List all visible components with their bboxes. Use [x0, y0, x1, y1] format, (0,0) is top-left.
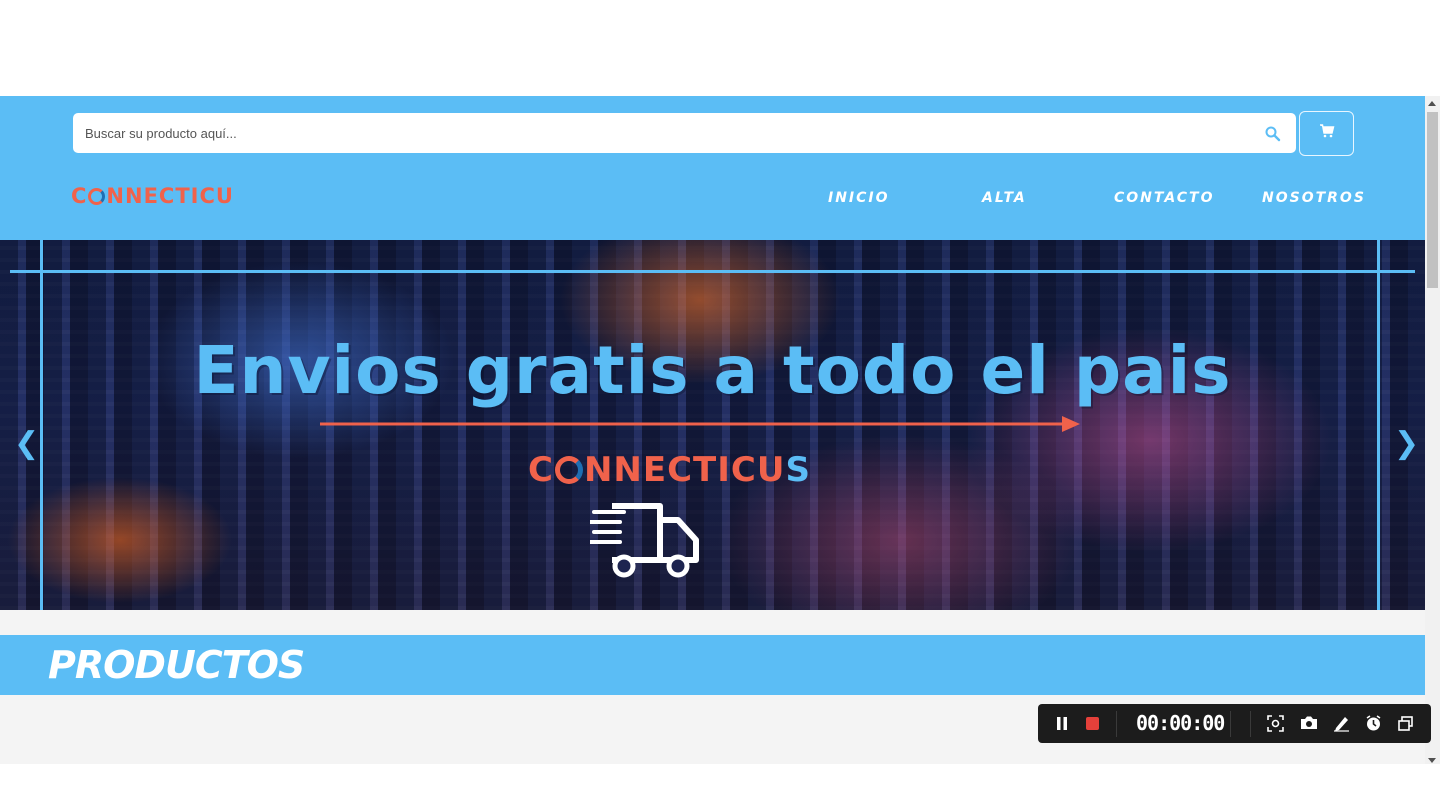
window-icon[interactable] — [1397, 715, 1414, 737]
products-title: PRODUCTOS — [48, 643, 305, 687]
nav-contacto[interactable]: CONTACTO — [1114, 190, 1215, 206]
scroll-down-icon[interactable] — [1428, 758, 1436, 763]
hero-carousel: Envios gratis a todo el pais C NNECTICU … — [0, 240, 1425, 610]
top-blank-area — [0, 0, 1440, 96]
screen-recorder-toolbar: 00:00:00 — [1038, 704, 1431, 743]
banner-logo-mid: NNECTICU — [583, 450, 786, 490]
banner-headline: Envios gratis a todo el pais — [193, 332, 1232, 409]
logo-text-start: C — [71, 184, 88, 208]
scroll-thumb[interactable] — [1427, 112, 1438, 288]
site-logo[interactable]: C NNECTICU — [71, 184, 234, 208]
nav-alta[interactable]: ALTA — [982, 190, 1027, 206]
truck-icon — [590, 503, 699, 578]
vertical-scrollbar[interactable] — [1425, 96, 1440, 764]
carousel-prev-button[interactable]: ❮ — [14, 426, 39, 461]
banner-arrow-icon — [320, 416, 1080, 432]
logo-swirl-icon — [88, 187, 106, 205]
clock-icon[interactable] — [1365, 715, 1382, 737]
pause-icon[interactable] — [1055, 716, 1069, 736]
camera-icon[interactable] — [1300, 715, 1318, 736]
cart-icon — [1319, 124, 1335, 143]
toolbar-divider — [1230, 711, 1231, 737]
cart-button[interactable] — [1299, 111, 1354, 156]
toolbar-divider — [1116, 711, 1117, 737]
logo-text-end: NNECTICU — [106, 184, 234, 208]
bottom-blank-area — [0, 764, 1440, 810]
scroll-up-icon[interactable] — [1428, 101, 1436, 106]
banner-logo-start: C — [528, 450, 554, 490]
banner-frame-line — [1377, 240, 1380, 610]
recording-timer: 00:00:00 — [1136, 711, 1225, 735]
banner-frame-line — [40, 240, 43, 610]
pen-icon[interactable] — [1333, 715, 1350, 737]
banner-frame-line — [10, 270, 1415, 273]
products-section-header: PRODUCTOS — [0, 635, 1425, 695]
search-icon[interactable] — [1264, 125, 1282, 143]
nav-nosotros[interactable]: NOSOTROS — [1262, 190, 1366, 206]
banner-logo: C NNECTICU S — [528, 450, 811, 490]
site-header: C NNECTICU INICIO ALTA CONTACTO NOSOTROS — [0, 96, 1425, 240]
nav-inicio[interactable]: INICIO — [828, 190, 890, 206]
banner-logo-swirl-icon — [554, 456, 583, 484]
browser-viewport: C NNECTICU INICIO ALTA CONTACTO NOSOTROS… — [0, 96, 1440, 764]
search-input[interactable] — [73, 113, 1253, 153]
banner-logo-end: S — [785, 450, 811, 490]
region-icon[interactable] — [1267, 715, 1284, 737]
search-bar — [73, 113, 1296, 153]
stop-icon[interactable] — [1085, 716, 1100, 736]
toolbar-divider — [1250, 711, 1251, 737]
carousel-next-button[interactable]: ❯ — [1394, 426, 1419, 461]
